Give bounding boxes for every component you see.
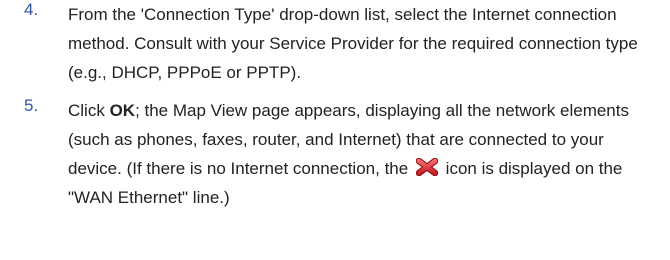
step-text: Click OK; the Map View page appears, dis… [68, 96, 660, 212]
step-number: 5. [24, 96, 39, 115]
red-x-icon [415, 156, 439, 177]
document-page: 4. From the 'Connection Type' drop-down … [0, 0, 670, 260]
ok-keyword: OK [109, 101, 136, 120]
step-number: 4. [24, 0, 39, 19]
step-text: From the 'Connection Type' drop-down lis… [68, 5, 638, 82]
step-text-part: Click [68, 101, 110, 120]
